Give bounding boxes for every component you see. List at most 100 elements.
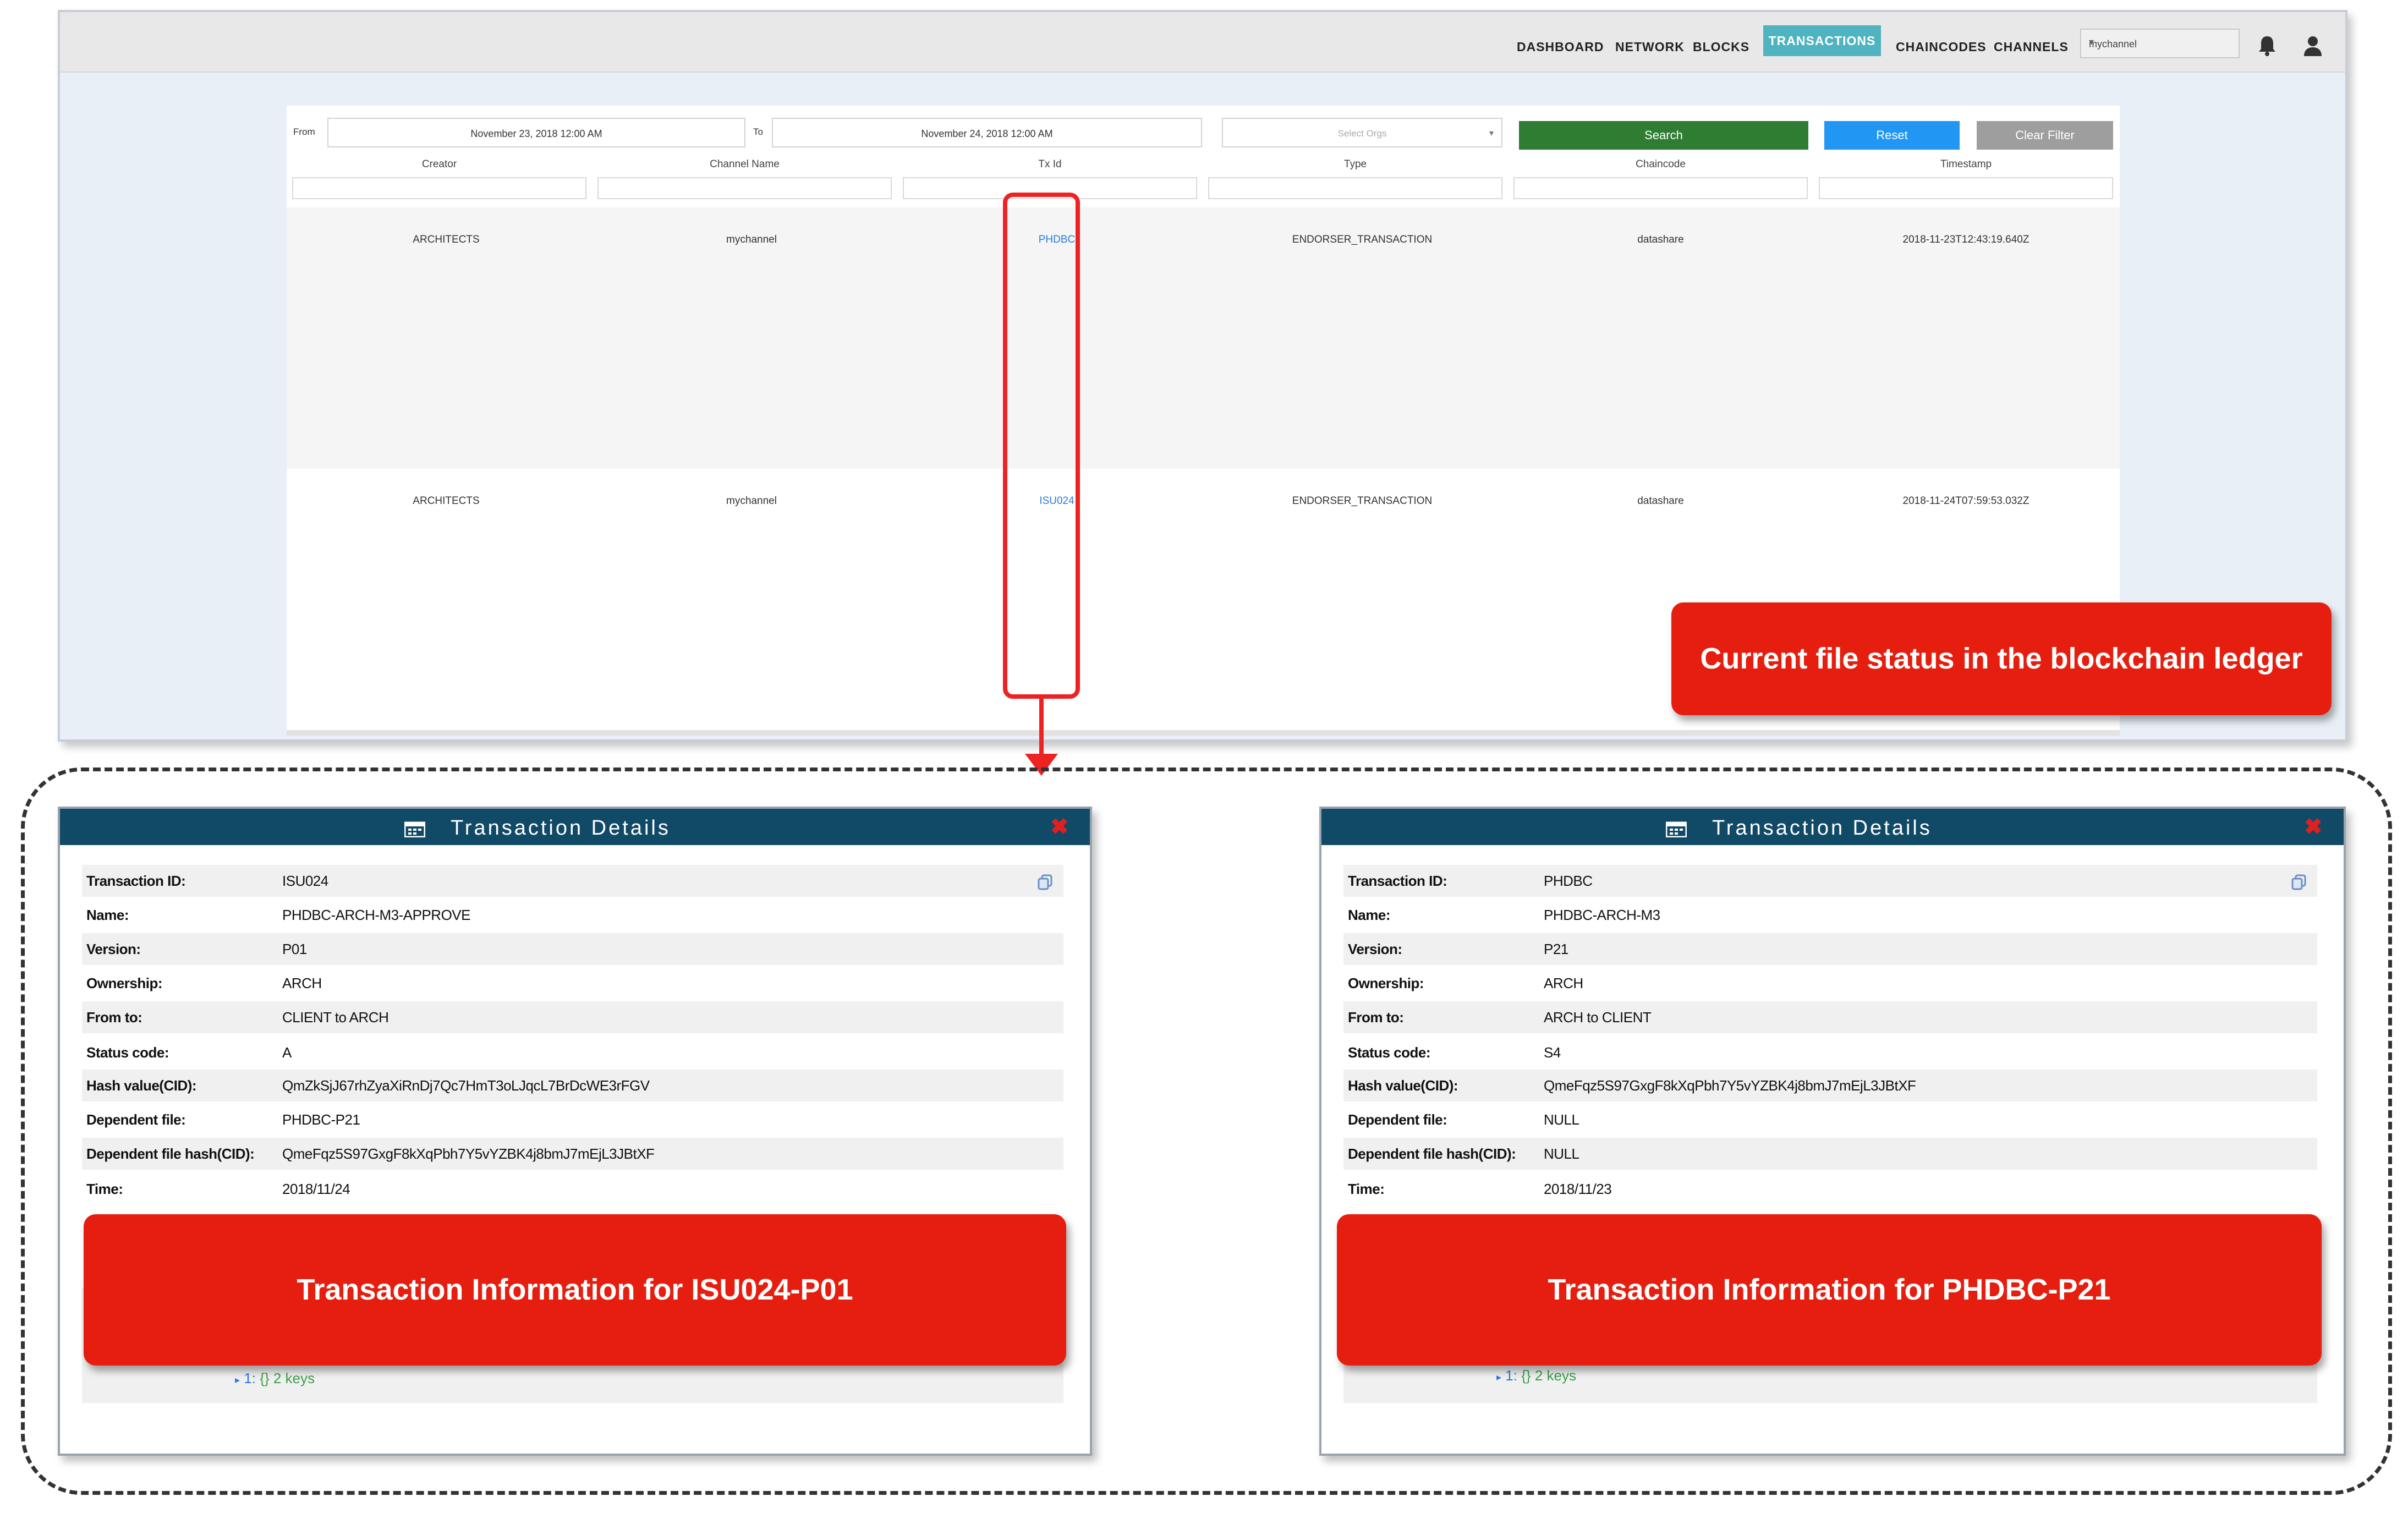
detail-key: Dependent file: (1348, 1111, 1447, 1128)
detail-row: Version: P01 (82, 933, 1063, 965)
filter-creator-input[interactable] (292, 177, 586, 199)
detail-key: Dependent file hash(CID): (1348, 1145, 1516, 1162)
cell-chaincode: datashare (1637, 234, 1684, 245)
close-icon[interactable]: ✖ (2304, 814, 2323, 840)
chevron-down-icon: ▾ (2089, 36, 2094, 47)
cell-timestamp: 2018-11-24T07:59:53.032Z (1902, 495, 2029, 507)
detail-row: Version: P21 (1343, 933, 2317, 965)
detail-row: Status code: S4 (1343, 1037, 2317, 1068)
detail-value: QmZkSjJ67rhZyaXiRnDj7Qc7HmT3oLJqcL7BrDcW… (282, 1077, 650, 1094)
detail-value: QmeFqz5S97GxgF8kXqPbh7Y5vYZBK4j8bmJ7mEjL… (282, 1145, 655, 1162)
ledger-callout-text: Current file status in the blockchain le… (1700, 642, 2303, 675)
copy-icon[interactable] (1037, 874, 1054, 890)
detail-key: Status code: (86, 1044, 169, 1061)
detail-value: PHDBC-P21 (282, 1111, 360, 1128)
from-label: From (293, 127, 315, 137)
nav-transactions[interactable]: TRANSACTIONS (1763, 25, 1881, 56)
detail-key: Dependent file: (86, 1111, 186, 1128)
detail-key: Time: (1348, 1181, 1385, 1197)
detail-row: Time: 2018/11/23 (1343, 1173, 2317, 1205)
channel-select[interactable]: mychannel ▾ (2080, 29, 2240, 58)
from-date-input[interactable]: November 23, 2018 12:00 AM (327, 118, 745, 147)
cell-channel: mychannel (726, 495, 777, 507)
detail-value: 2018/11/23 (1544, 1181, 1612, 1197)
calendar-icon (404, 821, 425, 837)
detail-row: Hash value(CID): QmZkSjJ67rhZyaXiRnDj7Qc7… (82, 1070, 1063, 1101)
detail-value: PHDBC-ARCH-M3-APPROVE (282, 907, 471, 923)
chevron-down-icon: ▾ (1489, 129, 1494, 138)
column-header-chaincode[interactable]: Chaincode (1508, 158, 1813, 171)
detail-key: Time: (86, 1181, 123, 1197)
json-braces: {} (1521, 1367, 1531, 1384)
detail-value: ARCH (282, 975, 322, 991)
detail-row: Hash value(CID): QmeFqz5S97GxgF8kXqPbh7Y5… (1343, 1070, 2317, 1101)
detail-row: From to: CLIENT to ARCH (82, 1001, 1063, 1033)
search-button-label: Search (1644, 128, 1683, 142)
dialog-title: Transaction Details (1712, 816, 1932, 840)
cell-channel: mychannel (726, 234, 777, 245)
detail-value: ISU024 (282, 873, 328, 889)
detail-key: Transaction ID: (1348, 873, 1447, 889)
column-header-type[interactable]: Type (1203, 158, 1508, 171)
detail-key: Name: (1348, 907, 1390, 923)
dialog-header: Transaction Details ✖ (1321, 809, 2344, 845)
detail-row: Dependent file: NULL (1343, 1104, 2317, 1136)
horizontal-scrollbar[interactable] (287, 730, 2120, 736)
table-row: ARCHITECTS mychannel PHDBC ENDORSER_TRAN… (287, 207, 2120, 469)
nav-network[interactable]: NETWORK (1615, 40, 1685, 54)
copy-icon[interactable] (2291, 874, 2307, 890)
close-icon[interactable]: ✖ (1050, 814, 1069, 840)
nav-chaincodes[interactable]: CHAINCODES (1896, 40, 1987, 54)
detail-row: Status code: A (82, 1037, 1063, 1068)
left-info-callout: Transaction Information for ISU024-P01 (84, 1214, 1066, 1366)
right-info-callout: Transaction Information for PHDBC-P21 (1337, 1214, 2322, 1366)
nav-blocks[interactable]: BLOCKS (1693, 40, 1749, 54)
column-header-creator[interactable]: Creator (287, 158, 592, 171)
detail-row: Ownership: ARCH (82, 967, 1063, 999)
cell-type: ENDORSER_TRANSACTION (1292, 234, 1433, 245)
to-label: To (753, 127, 763, 137)
reset-button[interactable]: Reset (1824, 121, 1960, 150)
orgs-select[interactable]: Select Orgs ▾ (1222, 118, 1502, 147)
json-expand-toggle[interactable]: ▸ 1: {} 2 keys (235, 1370, 315, 1387)
caret-right-icon: ▸ (1496, 1372, 1502, 1383)
detail-row: Transaction ID: ISU024 (82, 865, 1063, 897)
cell-type: ENDORSER_TRANSACTION (1292, 495, 1433, 507)
detail-row: Dependent file hash(CID): NULL (1343, 1138, 2317, 1170)
detail-row: Dependent file hash(CID): QmeFqz5S97GxgF8… (82, 1138, 1063, 1170)
ledger-callout: Current file status in the blockchain le… (1671, 602, 2332, 715)
detail-value: QmeFqz5S97GxgF8kXqPbh7Y5vYZBK4j8bmJ7mEjL… (1544, 1077, 1916, 1094)
nav-channels[interactable]: CHANNELS (1994, 40, 2069, 54)
column-header-channel[interactable]: Channel Name (592, 158, 897, 171)
detail-value: NULL (1544, 1145, 1579, 1162)
detail-key: Ownership: (86, 975, 163, 991)
column-header-timestamp[interactable]: Timestamp (1813, 158, 2119, 171)
filter-type-input[interactable] (1208, 177, 1502, 199)
detail-key: Version: (86, 941, 141, 957)
clear-filter-button[interactable]: Clear Filter (1977, 121, 2113, 150)
column-header-txid[interactable]: Tx Id (897, 158, 1203, 171)
detail-value: CLIENT to ARCH (282, 1009, 389, 1026)
caret-right-icon: ▸ (235, 1374, 240, 1385)
dialog-title: Transaction Details (451, 816, 671, 840)
detail-key: Status code: (1348, 1044, 1431, 1061)
clear-filter-label: Clear Filter (2015, 128, 2075, 142)
detail-row: Time: 2018/11/24 (82, 1173, 1063, 1205)
search-button[interactable]: Search (1519, 121, 1808, 150)
json-expand-toggle[interactable]: ▸ 1: {} 2 keys (1496, 1367, 1576, 1384)
to-date-input[interactable]: November 24, 2018 12:00 AM (772, 118, 1202, 147)
detail-key: Hash value(CID): (1348, 1077, 1458, 1094)
filter-timestamp-input[interactable] (1819, 177, 2113, 199)
detail-key: From to: (86, 1009, 142, 1026)
filter-channel-input[interactable] (597, 177, 892, 199)
detail-value: 2018/11/24 (282, 1181, 350, 1197)
detail-row: Ownership: ARCH (1343, 967, 2317, 999)
user-icon[interactable] (2302, 34, 2324, 57)
reset-button-label: Reset (1876, 128, 1908, 142)
bell-icon[interactable] (2256, 34, 2278, 57)
filter-chaincode-input[interactable] (1513, 177, 1808, 199)
detail-row: Transaction ID: PHDBC (1343, 865, 2317, 897)
arrow-line (1039, 699, 1044, 756)
json-keys: 2 keys (1534, 1367, 1576, 1384)
nav-dashboard[interactable]: DASHBOARD (1517, 40, 1604, 54)
